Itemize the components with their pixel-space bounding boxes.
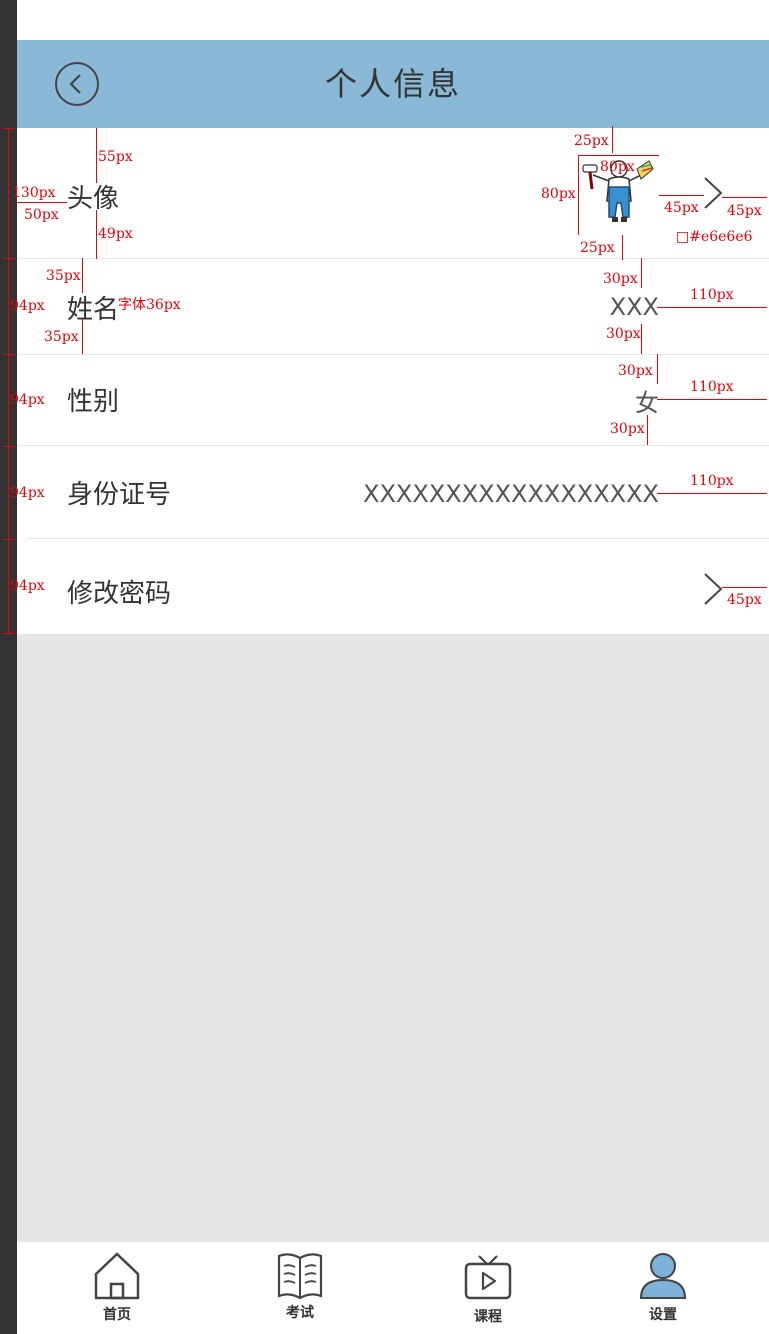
annotation-line — [3, 539, 15, 540]
empty-background — [17, 634, 769, 1242]
annotation-label: 94px — [10, 392, 45, 408]
annotation-line — [82, 258, 83, 293]
annotation-label: 94px — [10, 578, 45, 594]
annotation-line — [641, 324, 642, 354]
annotation-label: 94px — [10, 298, 45, 314]
name-value: XXX — [609, 293, 659, 321]
annotation-label: 30px — [603, 271, 638, 287]
annotation-label: 30px — [618, 363, 653, 379]
annotation-line — [657, 493, 767, 494]
annotation-line — [3, 446, 15, 447]
annotation-label: 94px — [10, 485, 45, 501]
chevron-right-icon[interactable] — [702, 176, 724, 210]
annotation-label: 80px — [600, 159, 635, 175]
header-bar: 个人信息 — [17, 40, 769, 128]
annotation-line — [612, 126, 613, 153]
annotation-label: 35px — [46, 268, 81, 284]
annotation-line — [657, 354, 658, 384]
status-bar — [17, 0, 769, 40]
annotation-label: □#e6e6e6 — [676, 229, 753, 245]
tab-exam[interactable]: 考试 — [206, 1242, 394, 1334]
page-title: 个人信息 — [324, 65, 461, 103]
annotation-label: 35px — [44, 329, 79, 345]
annotation-line — [722, 587, 767, 588]
annotation-line — [3, 633, 15, 634]
tab-settings[interactable]: 设置 — [569, 1242, 757, 1334]
annotation-line — [657, 399, 767, 400]
id-number-value: XXXXXXXXXXXXXXXXXX — [363, 480, 659, 508]
annotation-label: 130px — [12, 185, 56, 201]
annotation-line — [659, 195, 704, 196]
annotation-line — [3, 354, 15, 355]
change-password-row[interactable]: 修改密码 — [17, 539, 769, 634]
tv-play-icon — [464, 1255, 512, 1300]
annotation-line — [722, 197, 767, 198]
annotation-line — [579, 155, 659, 156]
annotation-label: 110px — [690, 379, 734, 395]
user-icon — [639, 1253, 687, 1299]
id-number-row[interactable]: 身份证号 XXXXXXXXXXXXXXXXXX — [17, 446, 769, 538]
annotation-line — [17, 202, 67, 203]
annotation-line — [647, 415, 648, 445]
annotation-label: 50px — [24, 207, 59, 223]
annotation-label: 45px — [727, 203, 762, 219]
chevron-left-icon — [69, 74, 81, 94]
annotation-label: 110px — [690, 473, 734, 489]
change-password-label: 修改密码 — [67, 579, 172, 609]
annotation-label: 字体36px — [118, 297, 181, 313]
tab-home-label: 首页 — [103, 1307, 131, 1323]
gender-label: 性别 — [67, 387, 120, 417]
tab-courses[interactable]: 课程 — [394, 1242, 582, 1334]
tab-courses-label: 课程 — [474, 1309, 502, 1325]
annotation-label: 80px — [541, 186, 576, 202]
annotation-line — [3, 258, 15, 259]
gender-value: 女 — [635, 389, 659, 417]
annotation-line — [96, 128, 97, 183]
annotation-line — [578, 155, 579, 235]
annotation-line — [82, 319, 83, 354]
tab-bar: 首页 考试 课程 设置 — [17, 1242, 769, 1334]
tab-settings-label: 设置 — [649, 1307, 677, 1323]
annotation-line — [622, 235, 623, 260]
annotation-label: 30px — [610, 421, 645, 437]
annotation-label: 25px — [574, 133, 609, 149]
annotation-label: 30px — [606, 326, 641, 342]
annotation-label: 45px — [727, 592, 762, 608]
annotation-line — [8, 128, 9, 634]
back-button[interactable] — [55, 62, 99, 106]
annotation-label: 25px — [580, 240, 615, 256]
annotation-line — [641, 258, 642, 288]
id-number-label: 身份证号 — [67, 480, 172, 510]
name-label: 姓名 — [67, 295, 120, 325]
annotation-label: 45px — [664, 200, 699, 216]
chevron-right-icon[interactable] — [702, 572, 724, 606]
annotation-line — [96, 210, 97, 259]
annotation-label: 110px — [690, 287, 734, 303]
avatar-label: 头像 — [67, 184, 120, 214]
tab-exam-label: 考试 — [286, 1305, 314, 1321]
tab-home[interactable]: 首页 — [23, 1242, 211, 1334]
annotation-line — [3, 128, 15, 129]
annotation-label: 49px — [98, 226, 133, 242]
book-icon — [277, 1253, 323, 1300]
home-icon — [94, 1252, 140, 1300]
annotation-line — [657, 307, 767, 308]
annotation-label: 55px — [98, 149, 133, 165]
